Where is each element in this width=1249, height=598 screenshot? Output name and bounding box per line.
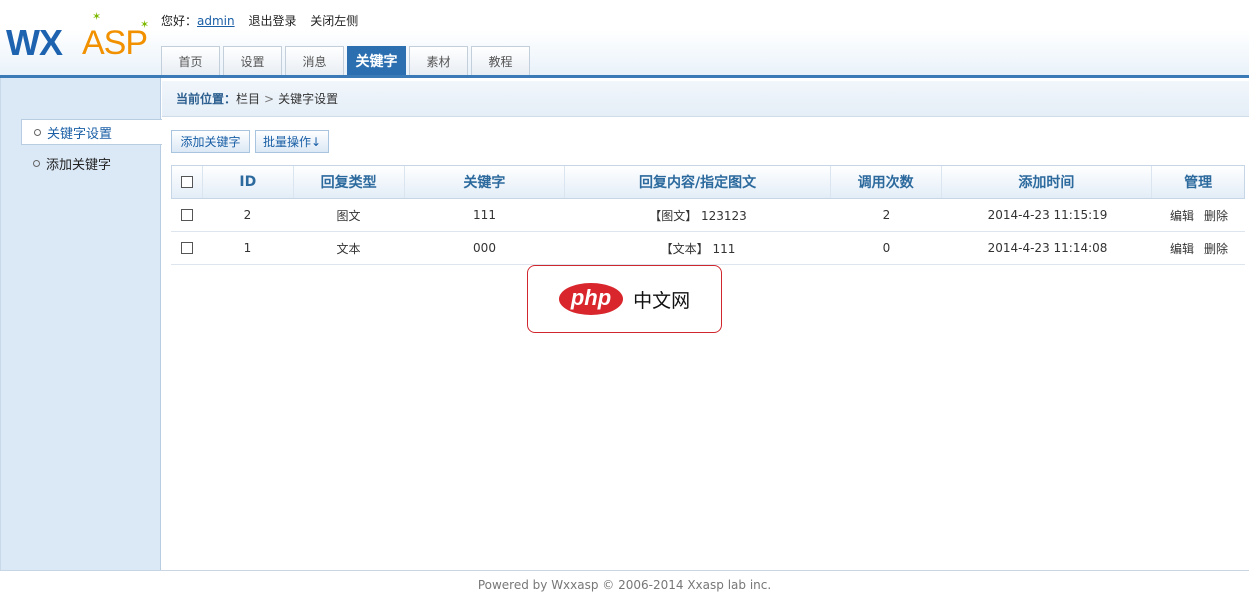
row-checkbox[interactable]	[180, 242, 193, 254]
row-select-cell	[171, 199, 202, 231]
sidebar-item-label: 关键字设置	[47, 126, 113, 142]
tab-keywords[interactable]: 关键字	[347, 46, 406, 75]
breadcrumb-label: 当前位置：	[176, 92, 237, 106]
close-left-link[interactable]: 关闭左侧	[310, 14, 358, 28]
username-link[interactable]: admin	[197, 14, 235, 28]
column-header-content[interactable]: 回复内容/指定图文	[565, 166, 831, 198]
user-bar: 您好：admin 退出登录 关闭左侧	[161, 12, 358, 29]
cell-time: 2014-4-23 11:14:08	[987, 241, 1108, 255]
sidebar-item-label: 添加关键字	[46, 157, 112, 173]
breadcrumb-current: 关键字设置	[278, 92, 339, 106]
cell-type: 图文	[336, 208, 361, 223]
select-all-checkbox[interactable]	[180, 176, 193, 188]
logout-link[interactable]: 退出登录	[248, 14, 296, 28]
cell-id: 2	[243, 208, 252, 222]
cell-keyword: 111	[473, 208, 496, 222]
table-row: 1 文本 000 【文本】 111 0 2014-4-23 11:14:08 编…	[171, 232, 1245, 265]
logo-text-wx: WX	[6, 22, 63, 63]
column-header-time[interactable]: 添加时间	[942, 166, 1153, 198]
cell-id: 1	[243, 241, 252, 255]
watermark-logo: php 中文网	[527, 265, 722, 333]
table-header-row: ID 回复类型 关键字 回复内容/指定图文 调用次数 添加时间 管理	[171, 165, 1245, 199]
cell-content: 【文本】 111	[660, 241, 736, 256]
sidebar: 关键字设置 添加关键字	[0, 78, 162, 570]
breadcrumb-separator: >	[264, 91, 275, 106]
delete-link[interactable]: 删除	[1204, 207, 1228, 224]
edit-link[interactable]: 编辑	[1170, 240, 1194, 257]
cell-calls: 0	[882, 241, 891, 255]
edit-link[interactable]: 编辑	[1170, 207, 1194, 224]
footer: Powered by Wxxasp © 2006-2014 Xxasp lab …	[0, 570, 1249, 598]
cell-actions: 编辑 删除	[1153, 232, 1245, 264]
breadcrumb-root[interactable]: 栏目	[236, 90, 260, 107]
tab-materials[interactable]: 素材	[409, 46, 468, 75]
logo-figure-icon: ✶	[92, 10, 102, 23]
greeting: 您好：	[161, 14, 198, 28]
batch-operation-button[interactable]: 批量操作↓	[255, 130, 329, 153]
column-header-calls[interactable]: 调用次数	[831, 166, 942, 198]
breadcrumb: 当前位置： 栏目 > 关键字设置	[162, 81, 1249, 117]
logo[interactable]: ✶ ✶ WX ASP	[4, 10, 160, 70]
cell-calls: 2	[882, 208, 891, 222]
column-header-type[interactable]: 回复类型	[294, 166, 405, 198]
watermark-text: 中文网	[633, 289, 691, 312]
table-row: 2 图文 111 【图文】 123123 2 2014-4-23 11:15:1…	[171, 199, 1245, 232]
watermark-brand: php	[558, 283, 624, 315]
column-header-keyword[interactable]: 关键字	[405, 166, 566, 198]
header: ✶ ✶ WX ASP 您好：admin 退出登录 关闭左侧 首页 设置 消息 关…	[0, 0, 1249, 78]
add-keyword-button[interactable]: 添加关键字	[171, 130, 250, 153]
row-select-cell	[171, 232, 202, 264]
footer-text: Powered by Wxxasp © 2006-2014 Xxasp lab …	[477, 577, 772, 592]
cell-time: 2014-4-23 11:15:19	[987, 208, 1108, 222]
sidebar-item-keyword-settings[interactable]: 关键字设置	[21, 119, 162, 145]
cell-keyword: 000	[473, 241, 496, 255]
row-checkbox[interactable]	[180, 209, 193, 221]
cell-content: 【图文】 123123	[649, 208, 747, 223]
main-tabs: 首页 设置 消息 关键字 素材 教程	[161, 46, 533, 75]
sidebar-item-add-keyword[interactable]: 添加关键字	[21, 150, 162, 176]
tab-messages[interactable]: 消息	[285, 46, 344, 75]
header-select-cell	[172, 166, 203, 198]
column-header-id[interactable]: ID	[203, 166, 294, 198]
delete-link[interactable]: 删除	[1204, 240, 1228, 257]
cell-type: 文本	[336, 241, 361, 256]
tab-tutorials[interactable]: 教程	[471, 46, 530, 75]
app-root: ✶ ✶ WX ASP 您好：admin 退出登录 关闭左侧 首页 设置 消息 关…	[0, 0, 1249, 598]
tab-settings[interactable]: 设置	[223, 46, 282, 75]
circle-bullet-icon	[34, 128, 41, 136]
keyword-table: ID 回复类型 关键字 回复内容/指定图文 调用次数 添加时间 管理 2 图文 …	[171, 165, 1245, 265]
cell-actions: 编辑 删除	[1153, 199, 1245, 231]
tab-home[interactable]: 首页	[161, 46, 220, 75]
column-header-manage: 管理	[1184, 175, 1213, 191]
circle-bullet-icon	[33, 159, 40, 167]
logo-text-asp: ASP	[82, 24, 148, 62]
